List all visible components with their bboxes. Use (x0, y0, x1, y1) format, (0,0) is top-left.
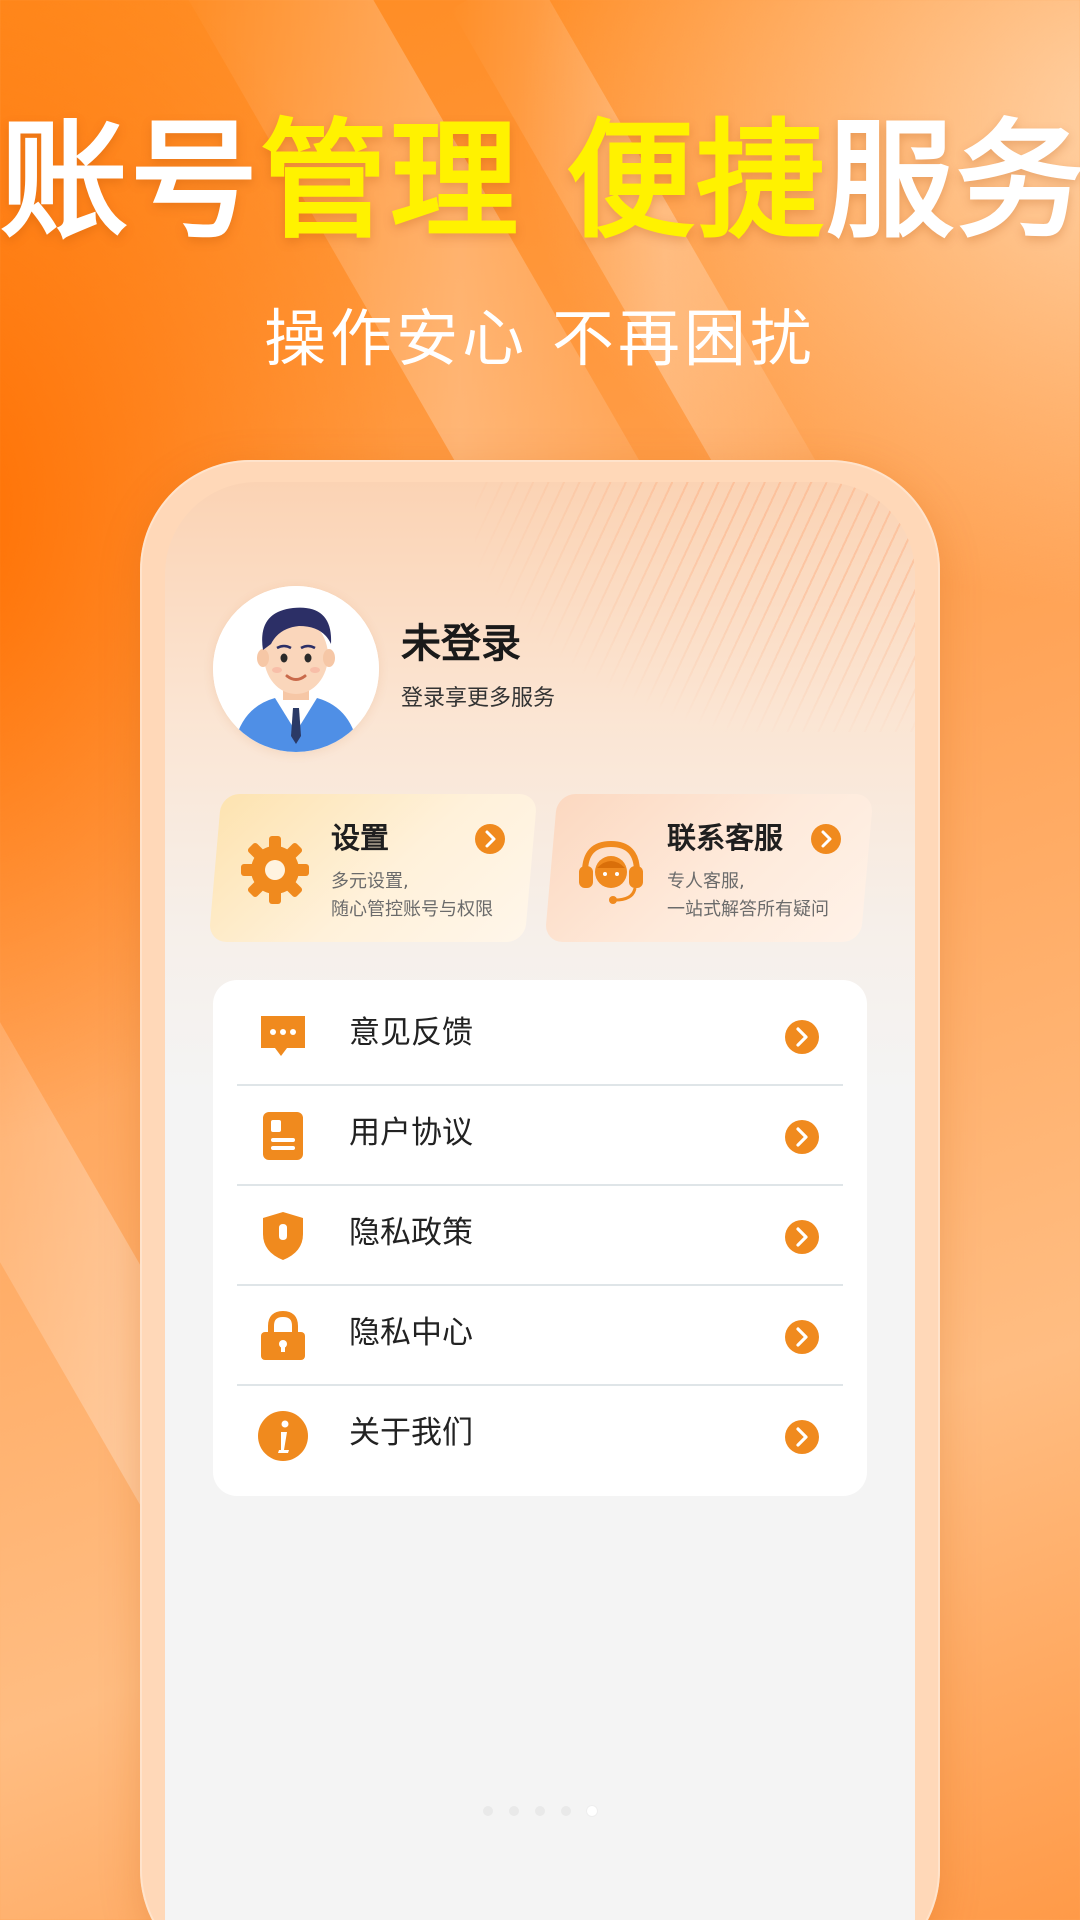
username[interactable]: 未登录 (401, 624, 521, 664)
gear-icon (241, 836, 309, 904)
chevron-right-icon (475, 824, 505, 854)
page-dot[interactable] (535, 1806, 545, 1816)
menu-label: 隐私政策 (349, 1215, 473, 1251)
service-desc-line1: 专人客服, (667, 871, 745, 892)
service-desc-line2: 一站式解答所有疑问 (667, 899, 829, 920)
chevron-right-icon (785, 1120, 819, 1154)
page-dot[interactable] (561, 1806, 571, 1816)
menu-item-privacy-center[interactable]: 隐私中心 (237, 1286, 843, 1386)
page-dot[interactable] (483, 1806, 493, 1816)
menu-item-feedback[interactable]: 意见反馈 (237, 986, 843, 1086)
settings-desc-line1: 多元设置, (331, 871, 409, 892)
settings-desc-line2: 随心管控账号与权限 (331, 899, 493, 920)
headline-part-4: 服务 (826, 107, 1080, 256)
settings-card[interactable]: 设置 多元设置, 随心管控账号与权限 (208, 794, 538, 942)
page-indicator (165, 1806, 915, 1816)
menu-label: 关于我们 (349, 1415, 473, 1451)
page-dot-active[interactable] (587, 1806, 597, 1816)
headline-part-3: 便捷 (566, 107, 827, 256)
feedback-icon (261, 1016, 305, 1056)
settings-title: 设置 (331, 821, 390, 855)
chevron-right-icon (785, 1220, 819, 1254)
menu-label: 隐私中心 (349, 1315, 473, 1351)
user-avatar-icon[interactable] (213, 586, 379, 752)
headset-icon (579, 840, 643, 904)
chevron-right-icon (785, 1320, 819, 1354)
login-hint[interactable]: 登录享更多服务 (401, 688, 555, 710)
settings-menu-list: 意见反馈 用户协议 隐私政策 隐私中心 关于我们 (213, 980, 867, 1496)
page-dot[interactable] (509, 1806, 519, 1816)
customer-service-card[interactable]: 联系客服 专人客服, 一站式解答所有疑问 (544, 794, 874, 942)
chevron-right-icon (785, 1020, 819, 1054)
phone-screen: 未登录 登录享更多服务 设置 多元设置, 随心管控账号与权限 联系客服 专人客服… (165, 482, 915, 1920)
service-title: 联系客服 (667, 821, 784, 855)
lock-icon (261, 1310, 305, 1360)
promo-headline: 账号管理 便捷服务 (0, 118, 1080, 246)
agreement-icon (263, 1112, 303, 1160)
settings-description: 多元设置, 随心管控账号与权限 (331, 868, 493, 924)
service-description: 专人客服, 一站式解答所有疑问 (667, 868, 829, 924)
shield-icon (263, 1212, 303, 1260)
menu-item-about-us[interactable]: 关于我们 (237, 1386, 843, 1486)
menu-label: 意见反馈 (349, 1015, 473, 1051)
menu-item-privacy-policy[interactable]: 隐私政策 (237, 1186, 843, 1286)
headline-part-2: 管理 (260, 107, 521, 256)
promo-subline: 操作安心 不再困扰 (264, 302, 816, 375)
menu-label: 用户协议 (349, 1115, 473, 1151)
menu-item-user-agreement[interactable]: 用户协议 (237, 1086, 843, 1186)
chevron-right-icon (811, 824, 841, 854)
info-icon (258, 1411, 308, 1461)
chevron-right-icon (785, 1420, 819, 1454)
headline-part-1: 账号 (0, 107, 261, 256)
